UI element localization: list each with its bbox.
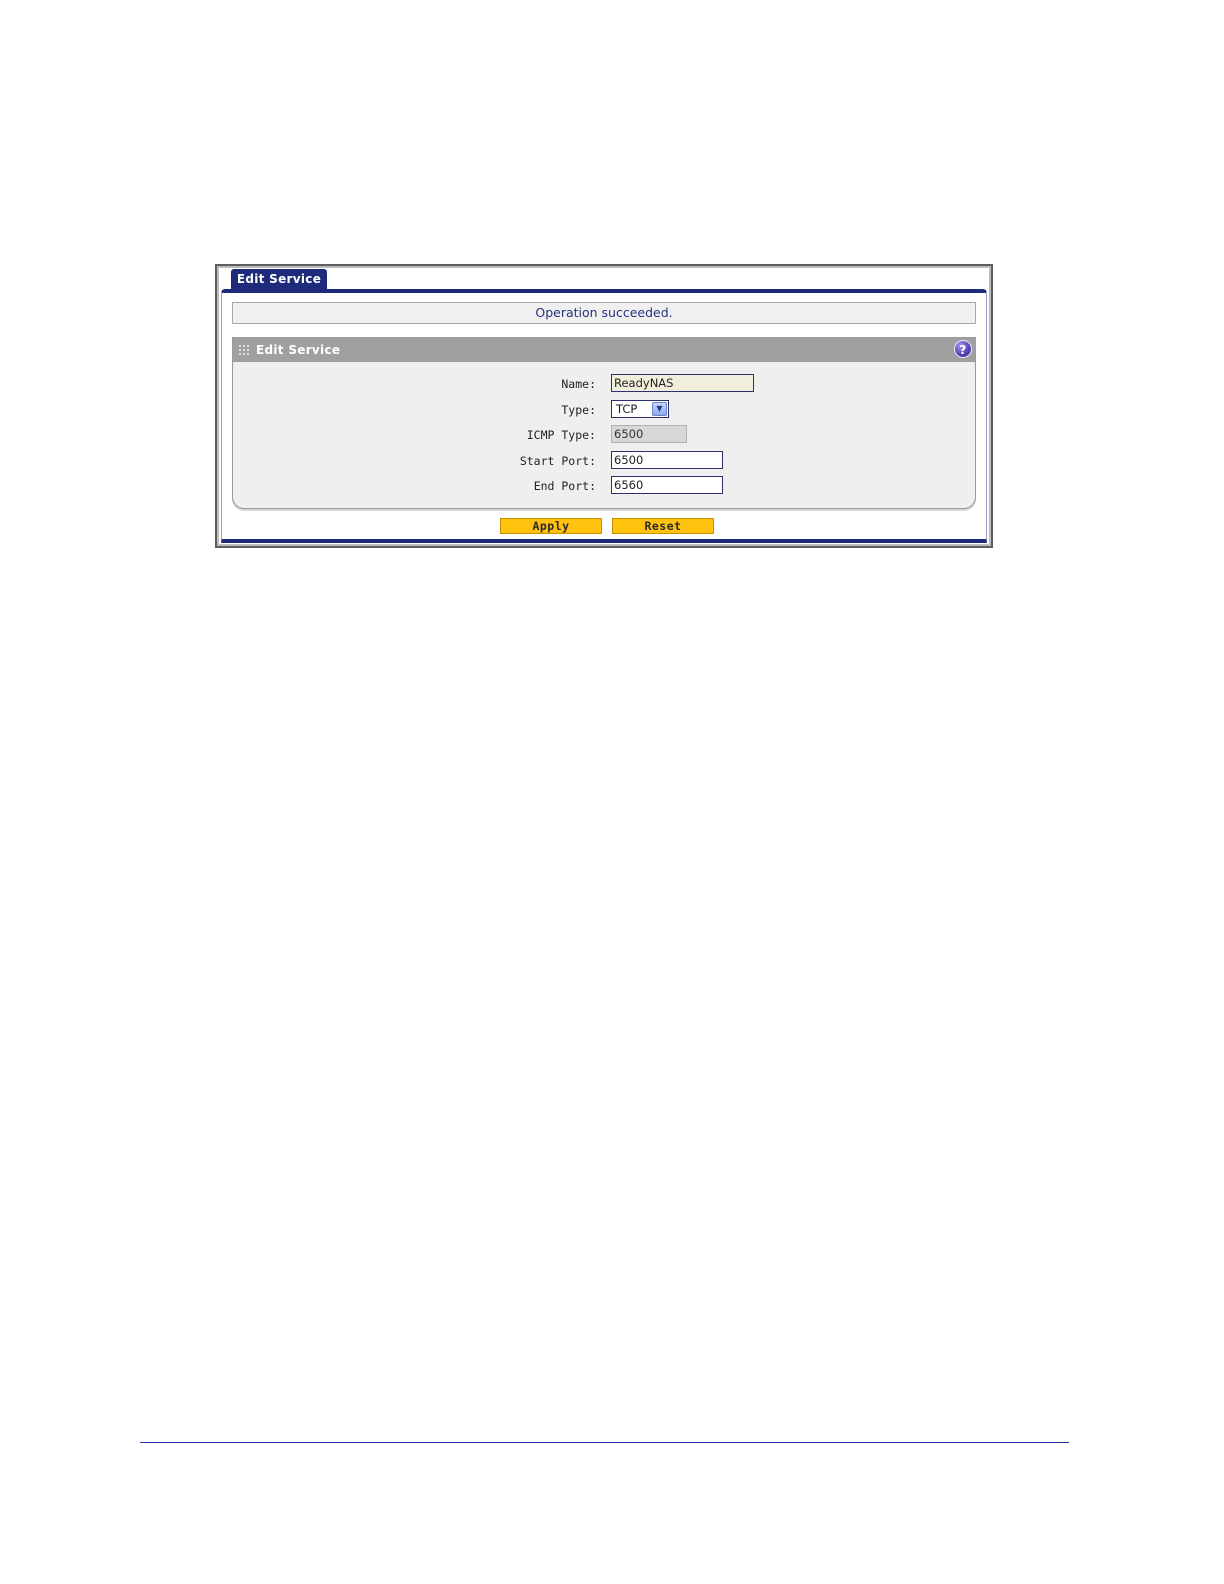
- start-port-input[interactable]: 6500: [611, 451, 723, 469]
- section-title: Edit Service: [256, 343, 341, 357]
- section-header: Edit Service ?: [233, 338, 975, 362]
- edit-service-window: Edit Service Operation succeeded. Edit S…: [215, 264, 993, 548]
- icmp-type-label: ICMP Type:: [526, 428, 596, 442]
- edit-service-section: Edit Service ? Name: ReadyNAS Type: TCP …: [232, 337, 976, 509]
- help-icon[interactable]: ?: [954, 340, 972, 358]
- chevron-down-icon[interactable]: ▼: [652, 402, 667, 416]
- grip-icon: [239, 345, 249, 355]
- end-port-row: End Port: 6560: [233, 476, 975, 496]
- start-port-row: Start Port: 6500: [233, 451, 975, 471]
- reset-button[interactable]: Reset: [612, 518, 714, 534]
- edit-service-frame: Operation succeeded. Edit Service ? Name…: [221, 289, 987, 543]
- status-message: Operation succeeded.: [232, 302, 976, 324]
- name-label: Name:: [561, 377, 596, 391]
- tab-edit-service[interactable]: Edit Service: [231, 269, 327, 289]
- footer-divider: [140, 1442, 1069, 1443]
- name-row: Name: ReadyNAS: [233, 374, 975, 394]
- apply-button[interactable]: Apply: [500, 518, 602, 534]
- type-label: Type:: [561, 403, 596, 417]
- type-row: Type: TCP ▼: [233, 400, 975, 420]
- type-select[interactable]: TCP ▼: [611, 400, 669, 418]
- start-port-label: Start Port:: [519, 454, 596, 468]
- end-port-input[interactable]: 6560: [611, 476, 723, 494]
- icmp-type-input: 6500: [611, 425, 687, 443]
- end-port-label: End Port:: [533, 479, 596, 493]
- icmp-type-row: ICMP Type: 6500: [233, 425, 975, 445]
- name-input[interactable]: ReadyNAS: [611, 374, 754, 392]
- type-select-value: TCP: [616, 402, 638, 416]
